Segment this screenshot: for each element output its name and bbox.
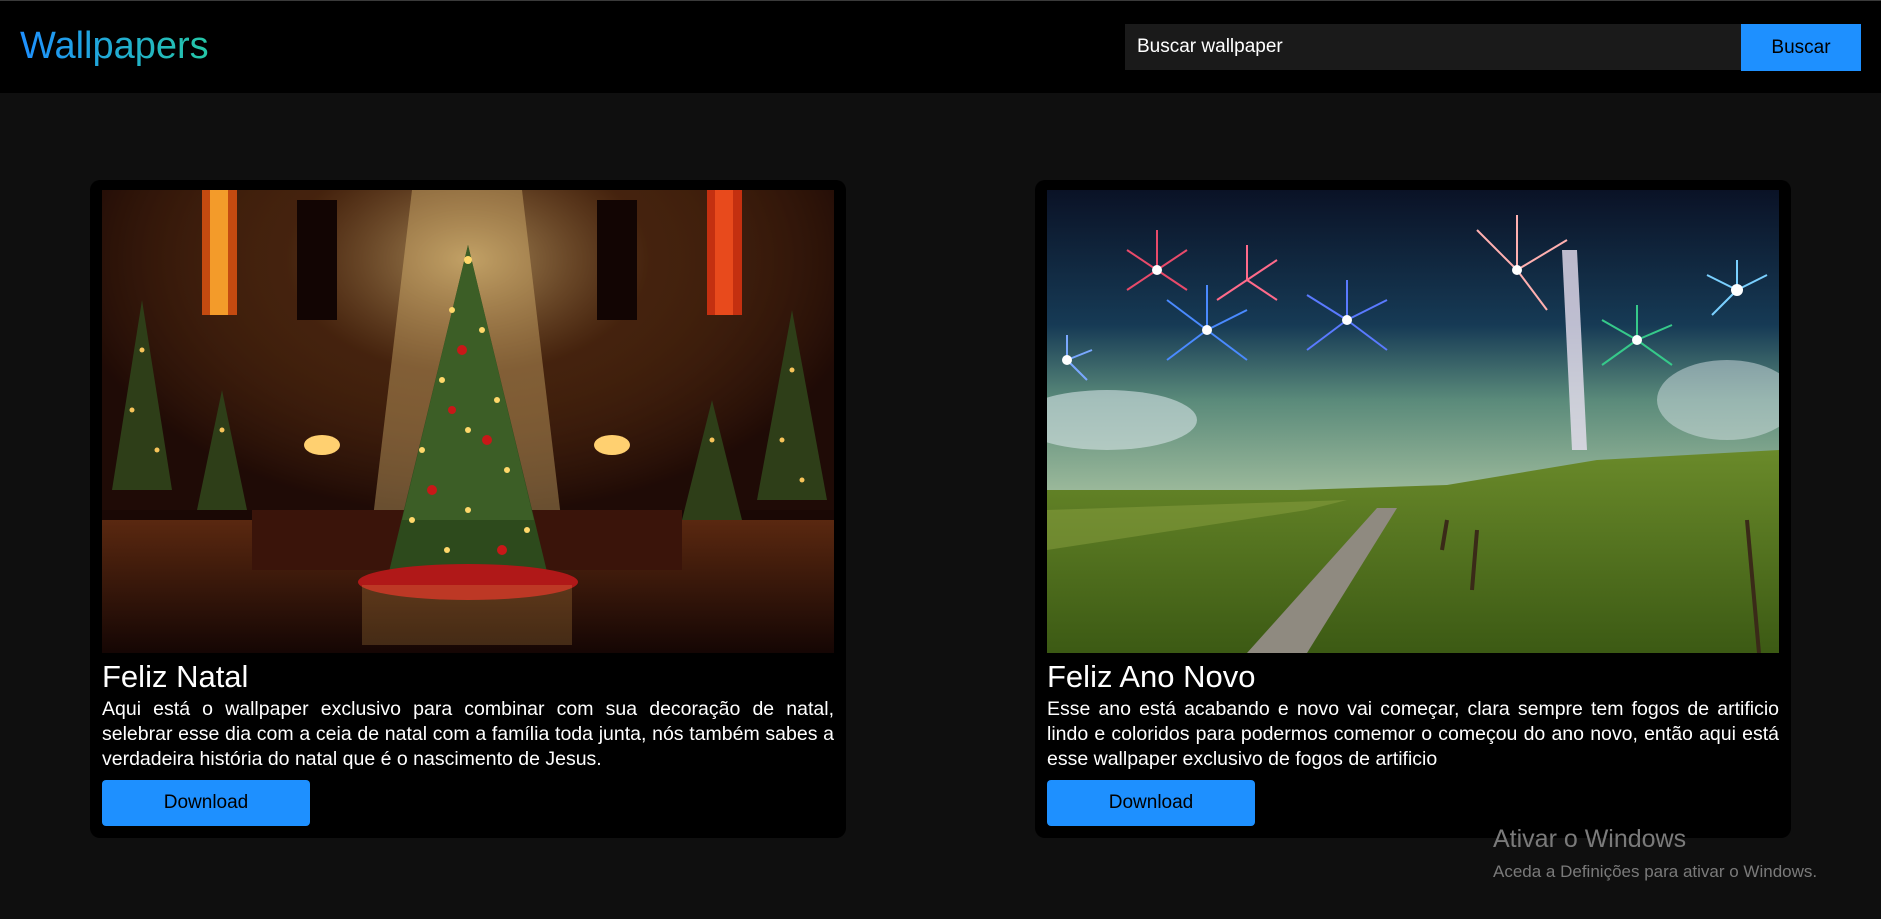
card-description: Esse ano está acabando e novo vai começa… xyxy=(1047,698,1779,770)
wallpaper-card-natal: Feliz Natal Aqui está o wallpaper exclus… xyxy=(90,180,846,838)
wallpaper-card-ano-novo: Feliz Ano Novo Esse ano está acabando e … xyxy=(1035,180,1791,838)
card-title: Feliz Ano Novo xyxy=(1047,659,1256,694)
site-logo[interactable]: Wallpapers xyxy=(20,23,209,69)
watermark-subtitle: Aceda a Definições para ativar o Windows… xyxy=(1493,862,1818,881)
windows-activation-watermark: Ativar o Windows Aceda a Definições para… xyxy=(1493,824,1817,884)
card-description: Aqui está o wallpaper exclusivo para com… xyxy=(102,698,834,770)
fireworks-landscape-image xyxy=(1047,190,1779,653)
download-button[interactable]: Download xyxy=(1047,780,1255,826)
card-title: Feliz Natal xyxy=(102,659,249,694)
download-button[interactable]: Download xyxy=(102,780,310,826)
christmas-tree-illustration xyxy=(102,190,834,653)
site-header: Wallpapers Buscar xyxy=(0,1,1881,93)
watermark-title: Ativar o Windows xyxy=(1493,825,1687,853)
fireworks-illustration xyxy=(1047,190,1779,653)
search-input[interactable] xyxy=(1125,24,1741,70)
search-button[interactable]: Buscar xyxy=(1741,24,1861,71)
christmas-tree-image xyxy=(102,190,834,653)
